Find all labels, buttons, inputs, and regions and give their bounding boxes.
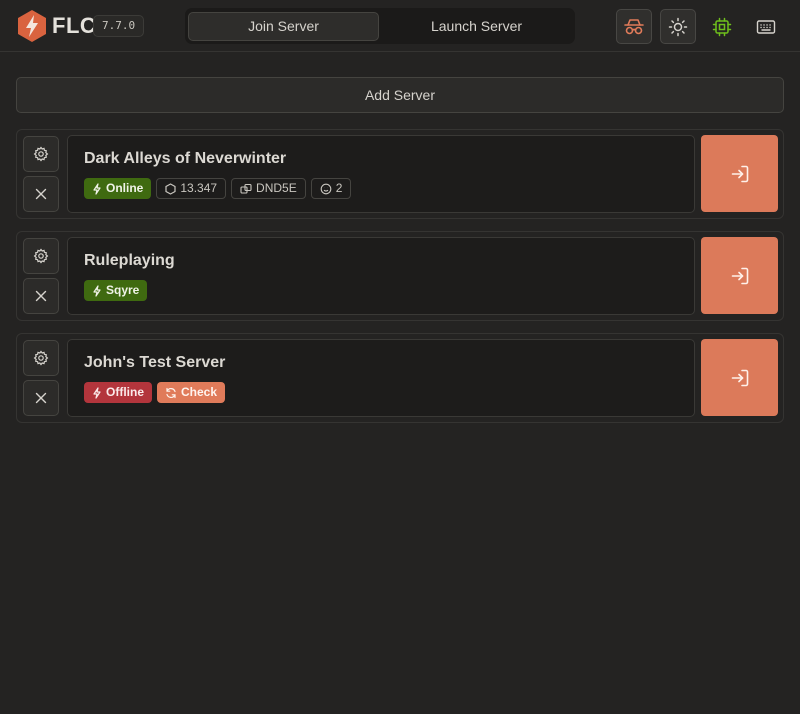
status-badge: Offline bbox=[84, 382, 152, 403]
bolt-icon bbox=[93, 284, 101, 297]
system-badge: DND5E bbox=[231, 178, 306, 199]
status-badge: Sqyre bbox=[84, 280, 148, 301]
join-server-button[interactable] bbox=[701, 135, 778, 212]
server-card: John's Test Server Offline Check bbox=[67, 339, 695, 417]
players-badge: 2 bbox=[310, 178, 352, 199]
close-icon bbox=[35, 392, 47, 404]
server-badges: Online 13.347 DND5E 2 bbox=[84, 178, 352, 199]
bolt-icon bbox=[93, 182, 101, 195]
app-brand: FLC bbox=[52, 13, 97, 38]
incognito-icon bbox=[624, 18, 644, 34]
status-label: Online bbox=[106, 181, 144, 195]
gear-icon bbox=[33, 248, 49, 264]
add-server-button[interactable]: Add Server bbox=[16, 77, 784, 113]
bolt-icon bbox=[93, 386, 101, 399]
server-row: Dark Alleys of Neverwinter Online 13.347… bbox=[16, 129, 784, 219]
status-label: Offline bbox=[106, 385, 144, 399]
smiley-icon bbox=[320, 183, 332, 194]
server-card: Dark Alleys of Neverwinter Online 13.347… bbox=[67, 135, 695, 213]
server-name: John's Test Server bbox=[84, 354, 226, 371]
server-row: John's Test Server Offline Check bbox=[16, 333, 784, 423]
status-badge: Online bbox=[84, 178, 152, 199]
incognito-button[interactable] bbox=[616, 9, 652, 44]
login-icon bbox=[731, 267, 748, 284]
hexagon-icon bbox=[165, 182, 176, 195]
version-info-badge: 13.347 bbox=[156, 178, 227, 199]
close-icon bbox=[35, 188, 47, 200]
server-settings-button[interactable] bbox=[23, 136, 59, 172]
login-icon bbox=[731, 369, 748, 386]
tab-join-server[interactable]: Join Server bbox=[188, 12, 379, 41]
server-badges: Sqyre bbox=[84, 280, 148, 301]
refresh-icon bbox=[166, 387, 176, 398]
check-label: Check bbox=[181, 385, 218, 399]
server-row: Ruleplaying Sqyre bbox=[16, 231, 784, 321]
server-remove-button[interactable] bbox=[23, 176, 59, 212]
server-badges: Offline Check bbox=[84, 382, 226, 403]
server-name: Ruleplaying bbox=[84, 252, 175, 269]
keyboard-button[interactable] bbox=[748, 9, 784, 44]
status-label: Sqyre bbox=[106, 283, 140, 297]
version-badge: 7.7.0 bbox=[93, 15, 145, 37]
keyboard-icon bbox=[756, 19, 776, 34]
app-header: FLC 7.7.0 Join Server Launch Server bbox=[0, 0, 800, 52]
join-server-button[interactable] bbox=[701, 339, 778, 416]
gear-icon bbox=[33, 350, 49, 366]
cpu-icon bbox=[712, 17, 732, 36]
theme-toggle-button[interactable] bbox=[660, 9, 696, 44]
server-remove-button[interactable] bbox=[23, 278, 59, 314]
player-count: 2 bbox=[335, 181, 343, 195]
server-version: 13.347 bbox=[180, 181, 218, 195]
dice-icon bbox=[240, 183, 252, 194]
hardware-button[interactable] bbox=[704, 9, 740, 44]
check-status-button[interactable]: Check bbox=[157, 382, 226, 403]
server-card: Ruleplaying Sqyre bbox=[67, 237, 695, 315]
join-server-button[interactable] bbox=[701, 237, 778, 314]
gear-icon bbox=[33, 146, 49, 162]
server-settings-button[interactable] bbox=[23, 340, 59, 376]
tab-launch-server[interactable]: Launch Server bbox=[381, 12, 572, 41]
login-icon bbox=[731, 165, 748, 182]
flc-logo-icon bbox=[18, 10, 46, 42]
server-name: Dark Alleys of Neverwinter bbox=[84, 150, 287, 167]
server-remove-button[interactable] bbox=[23, 380, 59, 416]
sun-icon bbox=[668, 17, 688, 36]
game-system: DND5E bbox=[256, 181, 297, 195]
close-icon bbox=[35, 290, 47, 302]
mode-tabs: Join Server Launch Server bbox=[185, 8, 575, 44]
server-settings-button[interactable] bbox=[23, 238, 59, 274]
